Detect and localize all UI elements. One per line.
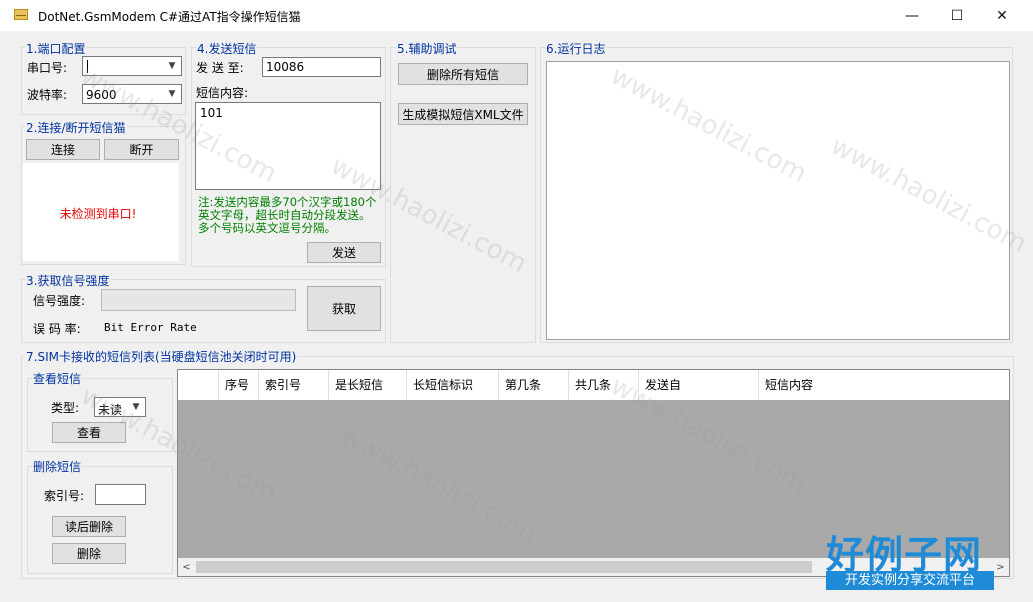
col-content[interactable]: 短信内容 xyxy=(759,370,1009,400)
index-input[interactable] xyxy=(95,484,146,505)
connection-title: 2.连接/断开短信猫 xyxy=(25,119,127,136)
maximize-button[interactable]: ☐ xyxy=(934,0,980,31)
chevron-down-icon: ▼ xyxy=(168,61,176,71)
port-config-title: 1.端口配置 xyxy=(25,40,87,57)
chevron-down-icon: ▼ xyxy=(132,402,140,412)
row-header-cell xyxy=(178,370,219,400)
text-caret xyxy=(87,60,88,73)
col-sender[interactable]: 发送自 xyxy=(639,370,759,400)
send-sms-title: 4.发送短信 xyxy=(196,40,258,57)
watermark-logo-sub: 开发实例分享交流平台 xyxy=(826,571,994,590)
send-note: 注:发送内容最多70个汉字或180个英文字母，超长时自动分段发送。多个号码以英文… xyxy=(198,195,377,235)
port-label: 串口号: xyxy=(27,61,68,75)
minimize-button[interactable]: — xyxy=(889,0,935,31)
close-button[interactable]: ✕ xyxy=(979,0,1025,31)
type-value: 未读 xyxy=(98,403,123,417)
title-bar: DotNet.GsmModem C#通过AT指令操作短信猫 — ☐ ✕ xyxy=(0,0,1033,31)
window-title: DotNet.GsmModem C#通过AT指令操作短信猫 xyxy=(38,10,301,24)
grid-header: 序号 索引号 是长短信 长短信标识 第几条 共几条 发送自 短信内容 xyxy=(178,370,1009,400)
type-label: 类型: xyxy=(51,401,80,415)
connect-button[interactable]: 连接 xyxy=(26,139,100,160)
signal-title: 3.获取信号强度 xyxy=(25,272,111,289)
error-rate-value: Bit Error Rate xyxy=(104,321,197,334)
baud-select[interactable]: 9600 ▼ xyxy=(82,84,182,104)
log-textarea[interactable] xyxy=(546,61,1010,340)
baud-label: 波特率: xyxy=(27,88,68,102)
delete-all-sms-button[interactable]: 删除所有短信 xyxy=(398,63,528,85)
col-long-id[interactable]: 长短信标识 xyxy=(407,370,499,400)
view-button[interactable]: 查看 xyxy=(52,422,126,443)
status-panel: 未检测到串口! xyxy=(23,163,179,261)
scroll-right-arrow-icon[interactable]: > xyxy=(992,558,1009,576)
delete-sms-title: 删除短信 xyxy=(32,458,83,475)
signal-strength-bar xyxy=(101,289,296,311)
read-then-delete-button[interactable]: 读后删除 xyxy=(52,516,126,537)
send-to-label: 发 送 至: xyxy=(196,61,244,75)
col-is-long[interactable]: 是长短信 xyxy=(329,370,407,400)
app-envelope-icon xyxy=(14,9,28,20)
get-signal-button[interactable]: 获取 xyxy=(307,286,381,331)
send-button[interactable]: 发送 xyxy=(307,242,381,263)
debug-group xyxy=(390,47,536,343)
col-index[interactable]: 索引号 xyxy=(259,370,329,400)
generate-xml-button[interactable]: 生成模拟短信XML文件 xyxy=(398,103,528,125)
sim-list-title: 7.SIM卡接收的短信列表(当硬盘短信池关闭时可用) xyxy=(25,348,298,365)
signal-strength-label: 信号强度: xyxy=(33,294,86,308)
type-select[interactable]: 未读 ▼ xyxy=(94,397,146,417)
error-rate-label: 误 码 率: xyxy=(33,322,81,336)
content-label: 短信内容: xyxy=(196,86,249,100)
col-part-no[interactable]: 第几条 xyxy=(499,370,569,400)
view-sms-title: 查看短信 xyxy=(32,370,83,387)
debug-title: 5.辅助调试 xyxy=(396,40,458,57)
delete-button[interactable]: 删除 xyxy=(52,543,126,564)
disconnect-button[interactable]: 断开 xyxy=(104,139,179,160)
chevron-down-icon: ▼ xyxy=(168,89,176,99)
status-text: 未检测到串口! xyxy=(59,207,137,221)
index-label: 索引号: xyxy=(44,489,85,503)
col-part-total[interactable]: 共几条 xyxy=(569,370,639,400)
send-to-input[interactable]: 10086 xyxy=(262,57,381,77)
col-seq[interactable]: 序号 xyxy=(219,370,259,400)
scroll-thumb[interactable] xyxy=(196,561,812,573)
scroll-left-arrow-icon[interactable]: < xyxy=(178,558,195,576)
content-textarea[interactable]: 101 xyxy=(195,102,381,190)
log-title: 6.运行日志 xyxy=(545,40,607,57)
port-select[interactable]: ▼ xyxy=(82,56,182,76)
baud-value: 9600 xyxy=(86,88,117,102)
